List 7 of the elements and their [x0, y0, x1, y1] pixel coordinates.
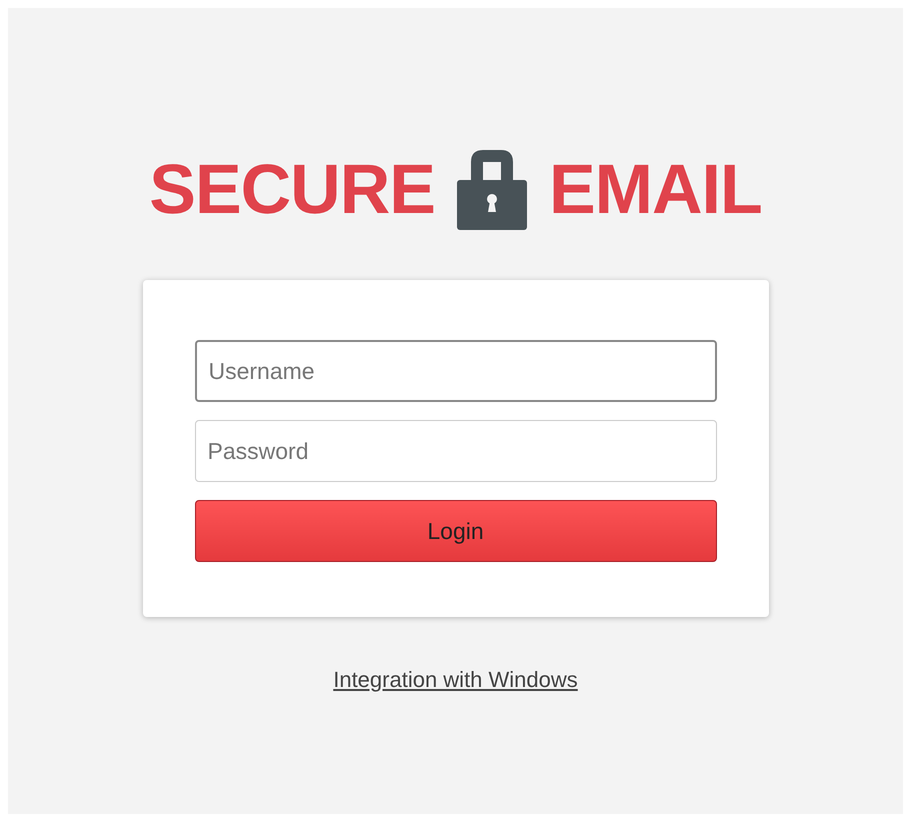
- logo-text: EMAIL: [548, 154, 762, 224]
- logo-text: SECURE: [149, 154, 435, 224]
- padlock-icon: [456, 148, 527, 230]
- login-button[interactable]: Login: [194, 500, 716, 562]
- password-field[interactable]: Password: [194, 420, 716, 482]
- integration-link[interactable]: Integration with Windows: [333, 663, 578, 696]
- username-field[interactable]: Username: [194, 340, 716, 402]
